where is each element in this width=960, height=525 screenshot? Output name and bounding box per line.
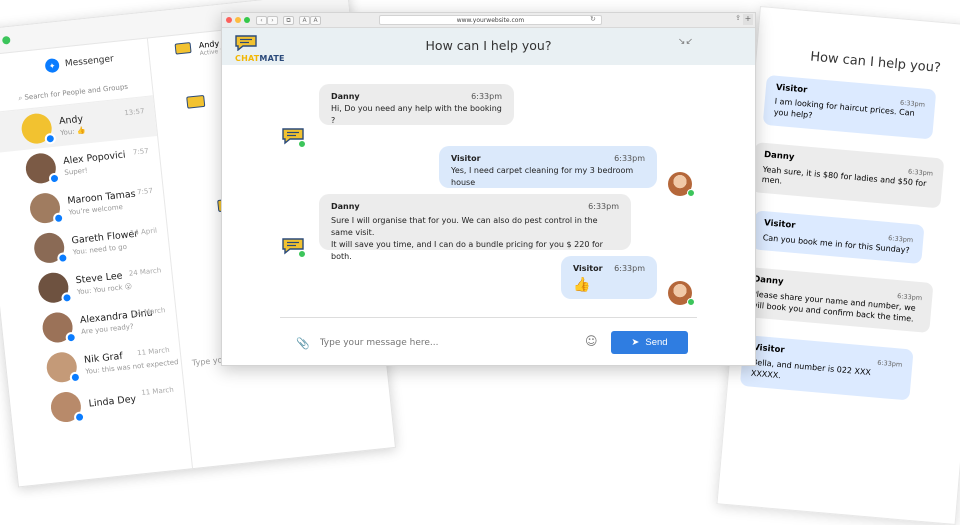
browser-toolbar: ‹ › ⧉ A A www.yourwebsite.com ↻ ⇪ + bbox=[222, 13, 755, 28]
share-icon[interactable]: ⇪ bbox=[735, 14, 741, 22]
avatar bbox=[32, 231, 69, 265]
tabs-button[interactable]: ⧉ bbox=[283, 15, 294, 25]
forward-button[interactable]: › bbox=[267, 15, 278, 25]
message-list: Danny 6:33pm Hi, Do you need any help wi… bbox=[222, 65, 755, 325]
minimize-window-icon[interactable] bbox=[235, 17, 241, 23]
send-label: Send bbox=[645, 337, 668, 348]
chat-bubble-visitor: Visitor 6:33pm Yes, I need carpet cleani… bbox=[439, 146, 657, 188]
online-status-icon bbox=[298, 250, 306, 258]
online-status-icon bbox=[687, 298, 695, 306]
chat-bubble: Danny 6:33pm Yeah sure, it is $80 for la… bbox=[750, 142, 945, 209]
emoji-icon[interactable]: ☺ bbox=[585, 334, 598, 348]
close-window-icon[interactable] bbox=[226, 17, 232, 23]
chat-bubble-agent: Danny 6:33pm Hi, Do you need any help wi… bbox=[319, 84, 514, 125]
search-icon: ⌕ bbox=[17, 93, 23, 103]
message-input[interactable] bbox=[317, 337, 578, 349]
online-status-icon bbox=[687, 189, 695, 197]
emoji-icon: 😮 bbox=[124, 281, 133, 291]
chat-bubble: Danny 6:33pm Please share your name and … bbox=[739, 267, 934, 334]
avatar bbox=[20, 112, 57, 146]
avatar bbox=[41, 310, 78, 344]
window-control-icon[interactable] bbox=[1, 35, 11, 45]
chat-bot-icon bbox=[186, 94, 206, 109]
avatar bbox=[28, 191, 65, 225]
chat-bubble: Visitor 6:33pm Bella, and number is 022 … bbox=[739, 335, 914, 401]
chatmate-logo-text: CHATMATE bbox=[235, 54, 285, 63]
new-tab-button[interactable]: + bbox=[743, 14, 753, 25]
avatar bbox=[24, 151, 61, 185]
chat-bubble: Visitor 6:33pm Can you book me in for th… bbox=[751, 210, 925, 265]
reload-icon[interactable]: ↻ bbox=[590, 15, 596, 23]
maximize-window-icon[interactable] bbox=[244, 17, 250, 23]
send-icon: ➤ bbox=[631, 337, 640, 348]
font-larger-button[interactable]: A bbox=[310, 15, 321, 25]
avatar bbox=[49, 390, 86, 424]
back-button[interactable]: ‹ bbox=[256, 15, 267, 25]
minimize-chat-icon[interactable]: ↘↙ bbox=[678, 37, 693, 47]
chat-bubble-agent: Danny 6:33pm Sure I will organise that f… bbox=[319, 194, 631, 261]
chat-bot-icon bbox=[174, 42, 192, 55]
online-status-icon bbox=[298, 140, 306, 148]
font-smaller-button[interactable]: A bbox=[299, 15, 310, 25]
avatar bbox=[45, 350, 82, 384]
composer: 📎 bbox=[296, 333, 596, 353]
thumbs-up-icon: 👍 bbox=[573, 277, 591, 293]
address-bar[interactable]: www.yourwebsite.com bbox=[379, 15, 602, 25]
chat-bubble-visitor: Visitor 6:33pm 👍 bbox=[561, 256, 657, 299]
chat-title: How can I help you? bbox=[425, 38, 552, 53]
chat-header: CHATMATE How can I help you? ↘↙ bbox=[222, 28, 755, 65]
thumbs-up-icon: 👍 bbox=[76, 125, 86, 135]
avatar bbox=[36, 271, 74, 305]
browser-window: ‹ › ⧉ A A www.yourwebsite.com ↻ ⇪ + CHAT… bbox=[221, 12, 756, 366]
search-placeholder: Search for People and Groups bbox=[24, 82, 129, 102]
composer-divider bbox=[280, 317, 697, 318]
send-button[interactable]: ➤ Send bbox=[611, 331, 688, 354]
attachment-icon[interactable]: 📎 bbox=[296, 337, 310, 350]
